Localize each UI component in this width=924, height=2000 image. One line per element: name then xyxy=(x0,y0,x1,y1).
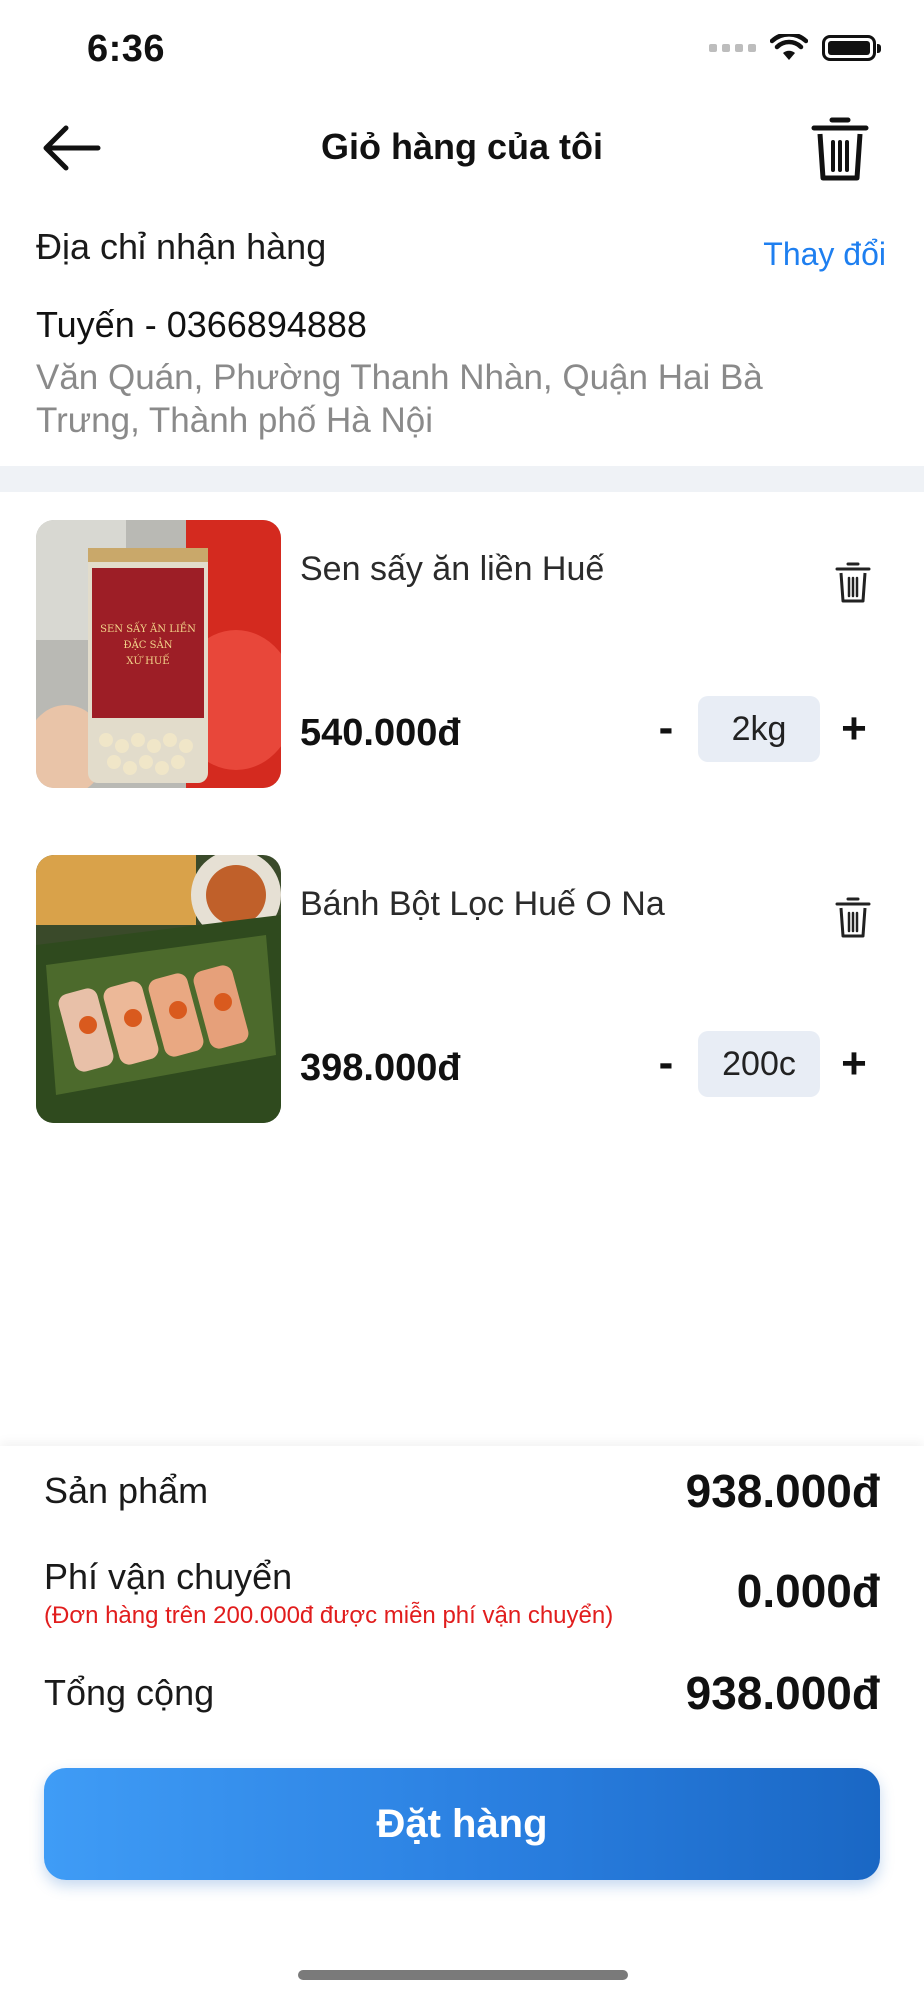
section-divider xyxy=(0,466,924,492)
home-indicator[interactable] xyxy=(298,1970,628,1980)
decrease-quantity-button[interactable]: - xyxy=(648,704,684,756)
battery-icon xyxy=(822,35,881,61)
svg-text:XỨ HUẾ: XỨ HUẾ xyxy=(126,654,169,667)
shipping-label: Phí vận chuyển xyxy=(44,1556,293,1597)
place-order-button[interactable]: Đặt hàng xyxy=(44,1768,880,1880)
product-image-banh-bot-loc[interactable] xyxy=(36,855,281,1123)
product-name: Bánh Bột Lọc Huế O Na xyxy=(300,885,665,923)
wifi-icon xyxy=(770,34,808,60)
svg-text:SEN SẤY ĂN LIỀN: SEN SẤY ĂN LIỀN xyxy=(100,622,196,635)
remove-item-trash-icon[interactable] xyxy=(834,560,872,604)
increase-quantity-button[interactable]: + xyxy=(834,1039,874,1091)
products-total: 938.000đ xyxy=(685,1465,880,1517)
shipping-fee: 0.000đ xyxy=(736,1565,880,1617)
status-time: 6:36 xyxy=(87,28,166,70)
grand-total: 938.000đ xyxy=(685,1667,880,1719)
order-summary: Sản phẩm 938.000đ Phí vận chuyển (Đơn hà… xyxy=(0,1446,924,2000)
decrease-quantity-button[interactable]: - xyxy=(648,1039,684,1091)
clear-cart-trash-icon[interactable] xyxy=(810,112,870,184)
address-detail: Văn Quán, Phường Thanh Nhàn, Quận Hai Bà… xyxy=(36,358,763,440)
recipient-name-phone: Tuyến - 0366894888 xyxy=(36,304,367,345)
cart-item: SEN SẤY ĂN LIỀN ĐẶC SẢN XỨ HUẾ Sen sấy ă… xyxy=(0,520,924,790)
product-image-sen-say[interactable]: SEN SẤY ĂN LIỀN ĐẶC SẢN XỨ HUẾ xyxy=(36,520,281,788)
products-label: Sản phẩm xyxy=(44,1470,209,1511)
increase-quantity-button[interactable]: + xyxy=(834,704,874,756)
remove-item-trash-icon[interactable] xyxy=(834,895,872,939)
status-icons xyxy=(709,34,881,62)
shipping-note: (Đơn hàng trên 200.000đ được miễn phí vậ… xyxy=(44,1602,614,1629)
total-label: Tổng cộng xyxy=(44,1672,215,1713)
product-price: 540.000đ xyxy=(300,712,461,754)
product-price: 398.000đ xyxy=(300,1047,461,1089)
quantity-value[interactable]: 200c xyxy=(698,1031,820,1097)
change-address-link[interactable]: Thay đổi xyxy=(763,236,886,273)
svg-text:ĐẶC SẢN: ĐẶC SẢN xyxy=(124,638,173,651)
product-name: Sen sấy ăn liền Huế xyxy=(300,550,605,588)
address-label: Địa chỉ nhận hàng xyxy=(36,226,327,267)
page-title: Giỏ hàng của tôi xyxy=(320,126,603,167)
quantity-value[interactable]: 2kg xyxy=(698,696,820,762)
cart-item: Bánh Bột Lọc Huế O Na 398.000đ - 200c + xyxy=(0,855,924,1125)
cellular-signal-icon xyxy=(709,44,756,52)
